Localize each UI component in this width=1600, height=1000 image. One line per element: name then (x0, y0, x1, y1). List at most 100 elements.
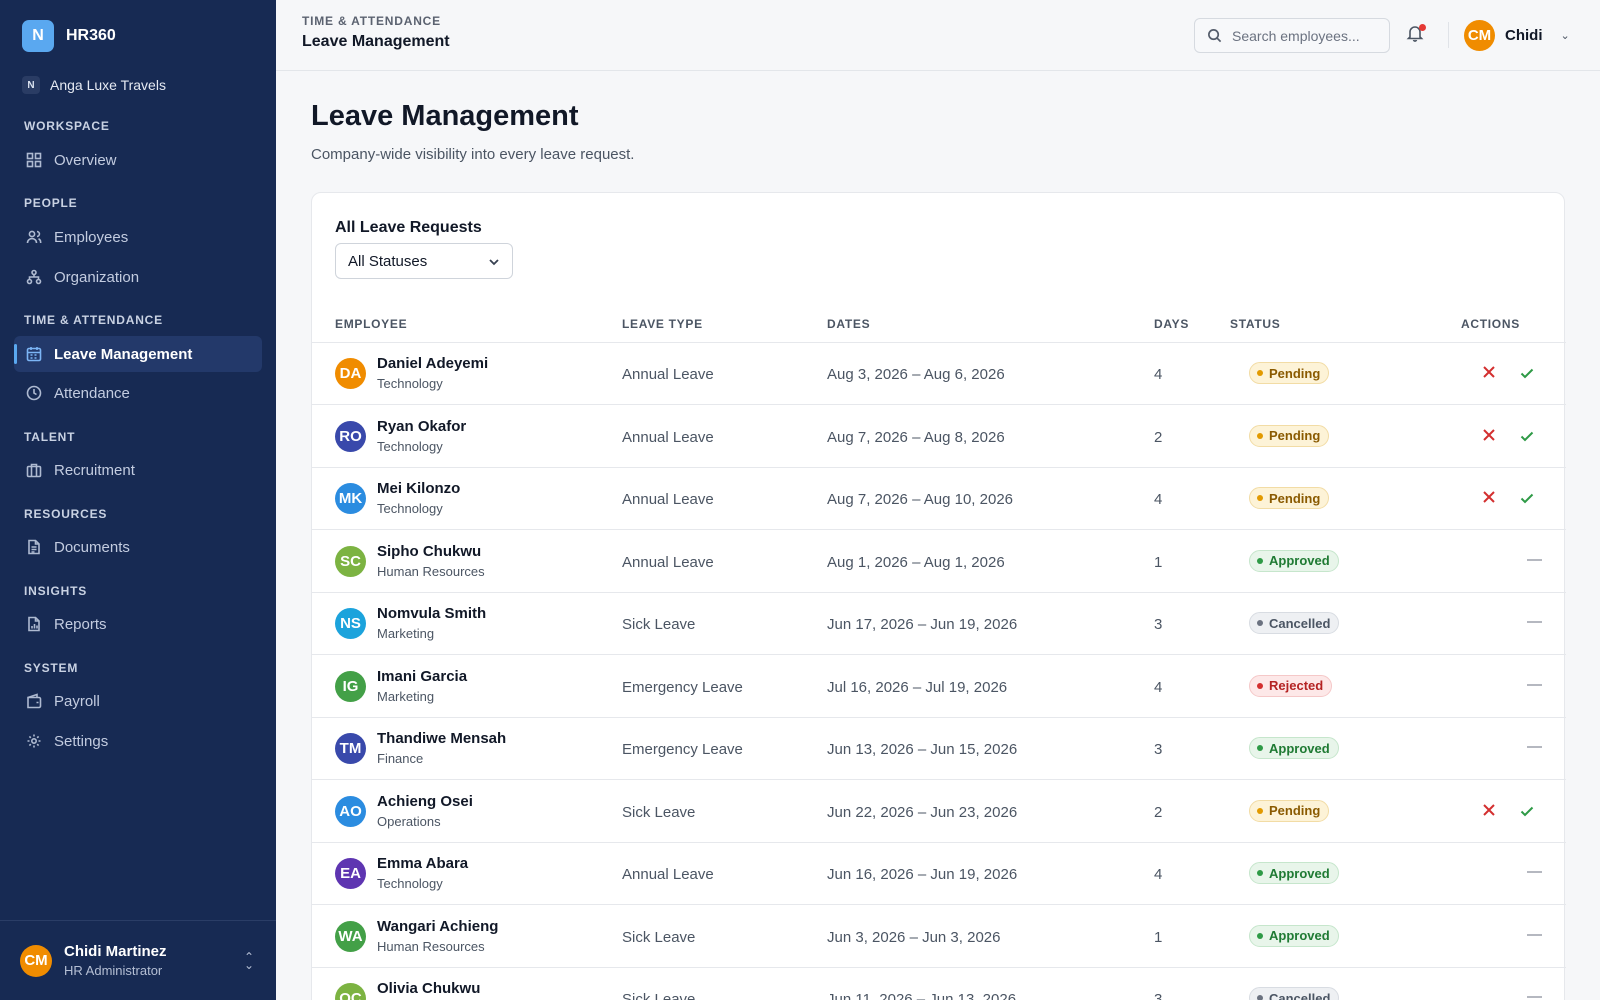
page-subtitle: Company-wide visibility into every leave… (311, 146, 635, 163)
search-input[interactable]: Search employees... (1194, 18, 1390, 53)
status-dot (1257, 807, 1263, 814)
column-header-days[interactable]: DAYS (1154, 317, 1189, 331)
sidebar-item-label: Documents (54, 538, 130, 556)
sidebar-item-attendance[interactable]: Attendance (14, 375, 262, 411)
status-label: Cancelled (1269, 990, 1331, 1000)
employee-name[interactable]: Imani Garcia (377, 668, 467, 685)
sidebar-item-overview[interactable]: Overview (14, 142, 262, 178)
status-filter-value: All Statuses (348, 252, 428, 270)
table-row[interactable]: IG Imani Garcia Marketing Emergency Leave Ju… (312, 656, 1566, 718)
brand[interactable]: N HR360 (22, 20, 116, 52)
avatar: DA (335, 358, 366, 389)
employee-name[interactable]: Sipho Chukwu (377, 543, 481, 560)
employee-name[interactable]: Achieng Osei (377, 793, 473, 810)
status-badge: Pending (1249, 424, 1330, 447)
no-action: — (1527, 613, 1542, 630)
leave-dates: Jun 16, 2026 – Jun 19, 2026 (827, 866, 1018, 883)
leave-days: 1 (1154, 928, 1163, 946)
leave-dates: Jun 13, 2026 – Jun 15, 2026 (827, 741, 1018, 758)
leave-dates: Aug 7, 2026 – Aug 8, 2026 (827, 428, 1005, 446)
employee-name[interactable]: Thandiwe Mensah (377, 730, 506, 747)
table-row[interactable]: EA Emma Abara Technology Annual Leave Jun 16… (312, 843, 1566, 905)
avatar: RO (335, 420, 366, 452)
check-icon (1520, 431, 1534, 441)
close-icon (1483, 803, 1495, 816)
leave-type: Emergency Leave (622, 678, 743, 696)
sidebar-item-organization[interactable]: Organization (14, 259, 262, 295)
avatar: AO (335, 795, 366, 827)
org-badge: N (22, 76, 40, 94)
status-badge: Pending (1249, 487, 1330, 509)
sidebar-item-reports[interactable]: Reports (14, 606, 262, 642)
section-time: TIME & ATTENDANCE (24, 313, 163, 327)
employee-name[interactable]: Nomvula Smith (377, 605, 486, 622)
employee-name[interactable]: Ryan Okafor (377, 418, 466, 435)
clock-icon (26, 385, 42, 401)
approve-button[interactable] (1519, 803, 1535, 819)
org-name: Anga Luxe Travels (50, 77, 166, 93)
table-row[interactable]: TM Thandiwe Mensah Finance Emergency Leave J… (312, 718, 1566, 780)
status-label: Approved (1269, 740, 1330, 756)
search-icon (1208, 29, 1222, 43)
table-row[interactable]: MK Mei Kilonzo Technology Annual Leave Aug 7… (312, 468, 1566, 530)
leave-type: Sick Leave (622, 803, 696, 821)
avatar: SC (335, 545, 366, 577)
table-row[interactable]: NS Nomvula Smith Marketing Sick Leave Jun 17… (312, 593, 1566, 655)
sidebar-item-documents[interactable]: Documents (14, 529, 262, 565)
approve-button[interactable] (1519, 428, 1535, 444)
reject-button[interactable] (1482, 428, 1498, 444)
no-action: — (1527, 738, 1542, 755)
table-row[interactable]: AO Achieng Osei Operations Sick Leave Jun 22… (312, 781, 1566, 843)
reject-button[interactable] (1482, 803, 1498, 819)
status-label: Approved (1269, 553, 1330, 568)
employee-name[interactable]: Mei Kilonzo (377, 480, 460, 497)
employee-name[interactable]: Daniel Adeyemi (377, 355, 488, 372)
reject-button[interactable] (1482, 490, 1498, 506)
reject-button[interactable] (1482, 365, 1498, 381)
status-filter-select[interactable]: All Statuses (335, 243, 513, 279)
leave-type: Annual Leave (622, 866, 714, 883)
sidebar-item-label: Reports (54, 615, 107, 633)
table-row[interactable]: SC Sipho Chukwu Human Resources Annual Leav… (312, 531, 1566, 593)
sidebar-item-leave-management[interactable]: Leave Management (14, 336, 262, 372)
table-header: EMPLOYEE LEAVE TYPE DATES DAYS STATUS AC… (312, 301, 1566, 343)
status-label: Pending (1269, 490, 1321, 506)
column-header-employee[interactable]: EMPLOYEE (335, 317, 407, 331)
employee-name[interactable]: Wangari Achieng (377, 918, 498, 935)
notifications-button[interactable] (1406, 24, 1426, 44)
table-row[interactable]: WA Wangari Achieng Human Resources Sick Lea… (312, 906, 1566, 968)
table-row[interactable]: RO Ryan Okafor Technology Annual Leave Aug 7… (312, 406, 1566, 468)
status-label: Pending (1269, 365, 1321, 381)
employee-name[interactable]: Emma Abara (377, 855, 468, 872)
column-header-status[interactable]: STATUS (1230, 317, 1280, 331)
user-menu[interactable]: CM Chidi ⌄ (1464, 20, 1570, 51)
page-title: Leave Management (311, 100, 579, 132)
sidebar-user-menu[interactable]: CM Chidi Martinez HR Administrator ⌃ ⌄ (0, 920, 276, 1000)
employee-department: Marketing (377, 626, 435, 641)
table-row[interactable]: DA Daniel Adeyemi Technology Annual Leave Au… (312, 343, 1566, 405)
leave-type: Annual Leave (622, 366, 714, 383)
employee-name[interactable]: Olivia Chukwu (377, 980, 480, 997)
leave-days: 3 (1154, 991, 1163, 1000)
status-dot (1257, 495, 1263, 501)
check-icon (1520, 368, 1534, 379)
sidebar-item-payroll[interactable]: Payroll (14, 683, 262, 719)
approve-button[interactable] (1519, 490, 1535, 506)
org-switcher[interactable]: N Anga Luxe Travels (22, 76, 166, 94)
column-header-dates[interactable]: DATES (827, 317, 870, 331)
header-title: Leave Management (302, 33, 450, 50)
status-label: Pending (1269, 428, 1321, 443)
approve-button[interactable] (1519, 365, 1535, 381)
sidebar-item-recruitment[interactable]: Recruitment (14, 452, 262, 488)
close-icon (1483, 366, 1495, 378)
users-icon (26, 230, 42, 244)
column-header-leave-type[interactable]: LEAVE TYPE (622, 317, 703, 331)
no-action: — (1527, 675, 1542, 693)
brand-name: HR360 (66, 27, 116, 44)
table-row[interactable]: OC Olivia Chukwu Sick Leave Jun 11, 2026 – … (312, 968, 1566, 1000)
leave-dates: Jun 22, 2026 – Jun 23, 2026 (827, 803, 1018, 821)
no-action: — (1527, 863, 1542, 880)
sidebar-item-employees[interactable]: Employees (14, 219, 262, 255)
sidebar-item-settings[interactable]: Settings (14, 723, 262, 759)
sidebar-item-label: Overview (54, 151, 117, 169)
